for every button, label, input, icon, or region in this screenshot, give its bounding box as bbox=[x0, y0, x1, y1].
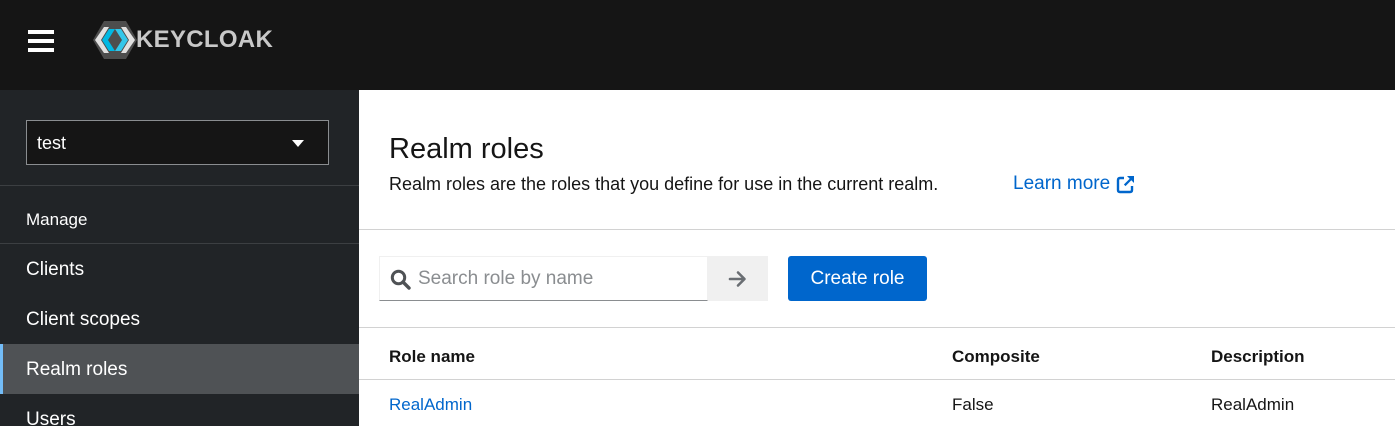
sidebar-item-clients[interactable]: Clients bbox=[0, 244, 359, 294]
caret-down-icon bbox=[292, 140, 304, 147]
search-box bbox=[379, 256, 708, 301]
external-link-icon bbox=[1116, 176, 1135, 194]
column-header-composite[interactable]: Composite bbox=[952, 347, 1040, 367]
page-title: Realm roles bbox=[389, 133, 544, 165]
sidebar-item-label: Clients bbox=[26, 259, 85, 280]
learn-more-label: Learn more bbox=[1013, 173, 1111, 194]
create-role-button[interactable]: Create role bbox=[788, 256, 927, 301]
role-name-link[interactable]: RealAdmin bbox=[389, 395, 472, 415]
brand-name: KEYCLOAK bbox=[136, 26, 274, 53]
keycloak-logo[interactable]: KEYCLOAK bbox=[92, 19, 273, 61]
nav-group-title: Manage bbox=[26, 210, 88, 229]
sidebar-item-label: Users bbox=[26, 409, 76, 426]
learn-more-link[interactable]: Learn more bbox=[1013, 173, 1136, 195]
role-description-cell: RealAdmin bbox=[1211, 395, 1295, 414]
toolbar-divider bbox=[359, 327, 1395, 328]
table-header-divider bbox=[359, 379, 1395, 380]
column-header-description[interactable]: Description bbox=[1211, 347, 1305, 367]
keycloak-logo-mark bbox=[93, 21, 137, 59]
search-input[interactable] bbox=[418, 257, 703, 300]
arrow-right-icon bbox=[728, 270, 746, 287]
search-icon bbox=[390, 269, 411, 290]
sidebar-item-label: Client scopes bbox=[26, 309, 141, 330]
search-submit-button[interactable] bbox=[708, 256, 768, 301]
sidebar-item-users[interactable]: Users bbox=[0, 394, 359, 426]
column-header-role-name[interactable]: Role name bbox=[389, 347, 475, 367]
realm-selector[interactable]: test bbox=[26, 120, 329, 165]
sidebar-item-label: Realm roles bbox=[26, 359, 128, 380]
masthead: KEYCLOAK bbox=[0, 0, 1395, 90]
sidebar-item-client-scopes[interactable]: Client scopes bbox=[0, 294, 359, 344]
realm-selector-value: test bbox=[37, 133, 67, 153]
sidebar-item-realm-roles[interactable]: Realm roles bbox=[0, 344, 359, 394]
sidebar: test Manage Clients Client scopes Realm … bbox=[0, 90, 359, 426]
sidebar-divider bbox=[0, 185, 359, 186]
header-divider bbox=[359, 229, 1395, 230]
role-composite-cell: False bbox=[952, 395, 994, 414]
hamburger-icon[interactable] bbox=[28, 29, 54, 53]
page-description: Realm roles are the roles that you defin… bbox=[389, 174, 939, 194]
